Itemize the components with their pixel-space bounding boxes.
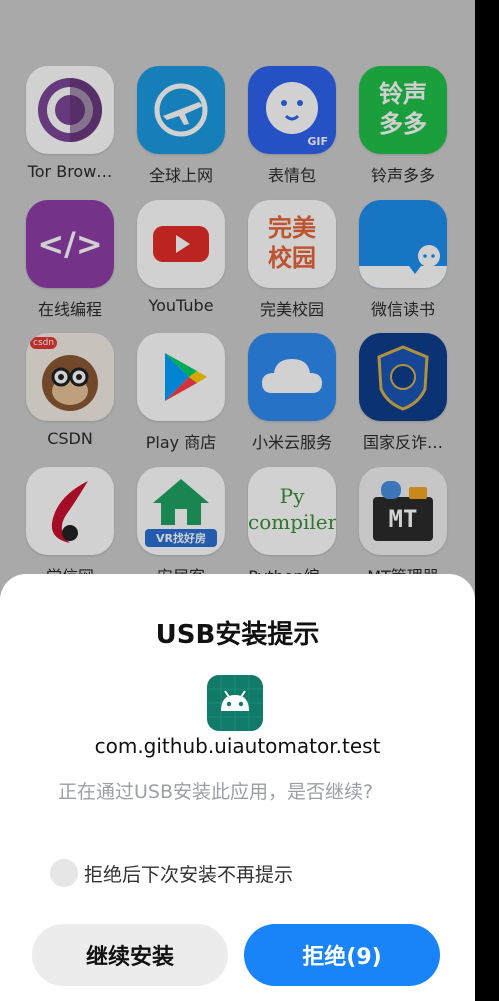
app-label: YouTube	[148, 296, 214, 315]
police-shield-icon	[359, 333, 447, 421]
app-global-internet[interactable]: 全球上网	[125, 66, 237, 196]
csdn-badge: csdn	[30, 337, 58, 349]
app-label: 在线编程	[37, 300, 102, 319]
perfect-campus-icon: 完美 校园	[248, 200, 336, 288]
youtube-icon	[137, 200, 225, 288]
tor-browser-icon	[26, 66, 114, 154]
gif-badge: GIF	[307, 135, 328, 148]
app-wechat-read[interactable]: 微信读书	[347, 200, 459, 330]
app-perfect-campus[interactable]: 完美 校园 完美校园	[236, 200, 348, 330]
android-app-icon	[207, 675, 263, 731]
ringtone-icon: 铃声 多多	[359, 66, 447, 154]
csdn-monkey-icon: csdn	[26, 333, 114, 421]
code-icon: </>	[26, 200, 114, 288]
xuexin-swirl-icon	[26, 467, 114, 555]
app-mi-cloud[interactable]: 小米云服务	[236, 333, 348, 463]
vr-house-text: VR找好房	[156, 532, 206, 545]
perfect-campus-icon-text: 完美 校园	[268, 214, 316, 272]
app-label: 表情包	[267, 166, 316, 185]
usb-install-dialog: USB安装提示 com.github.uiautomator.test 正在通过…	[0, 574, 475, 1001]
mt-manager-icon: MT	[359, 467, 447, 555]
app-emoji-pack[interactable]: GIF 表情包	[236, 66, 348, 196]
checkbox-circle[interactable]	[50, 859, 78, 887]
play-store-icon	[137, 333, 225, 421]
reject-button[interactable]: 拒绝(9)	[244, 924, 440, 986]
python-compiler-icon-text: Py compiler	[248, 484, 336, 534]
app-tor-browser[interactable]: Tor Brow…	[14, 66, 126, 196]
ringtone-icon-text: 铃声 多多	[379, 80, 427, 138]
wechat-read-icon	[359, 200, 447, 288]
app-csdn[interactable]: csdn CSDN	[14, 333, 126, 463]
app-label: 铃声多多	[370, 166, 435, 185]
package-name: com.github.uiautomator.test	[94, 734, 381, 758]
app-label: 完美校园	[259, 300, 324, 319]
mt-icon-text: MT	[388, 505, 418, 533]
app-ringtone[interactable]: 铃声 多多 铃声多多	[347, 66, 459, 196]
app-label: CSDN	[47, 429, 93, 448]
dialog-title: USB安装提示	[155, 620, 320, 650]
app-online-coding[interactable]: </> 在线编程	[14, 200, 126, 330]
app-play-store[interactable]: Play 商店	[125, 333, 237, 463]
app-youtube[interactable]: YouTube	[125, 200, 237, 330]
code-icon-text: </>	[37, 225, 103, 263]
app-label: Play 商店	[145, 433, 217, 452]
app-label: 微信读书	[370, 300, 435, 319]
python-compiler-icon: Py compiler	[248, 467, 336, 555]
continue-install-button[interactable]: 继续安装	[32, 924, 228, 986]
phone-screen: Tor Brow… 全球上网 GIF 表情包 铃声 多多 铃声多多 </> 在线…	[0, 0, 475, 1001]
globe-plane-icon	[137, 66, 225, 154]
app-label: 小米云服务	[251, 433, 332, 452]
dont-remind-checkbox[interactable]: 拒绝后下次安装不再提示	[50, 858, 293, 888]
app-label: 全球上网	[148, 166, 213, 185]
checkbox-label: 拒绝后下次安装不再提示	[84, 863, 294, 886]
house-icon: VR找好房	[137, 467, 225, 555]
app-label: Tor Brow…	[27, 162, 113, 181]
app-anti-fraud[interactable]: 国家反诈…	[347, 333, 459, 463]
cloud-icon	[248, 333, 336, 421]
install-message: 正在通过USB安装此应用，是否继续?	[58, 781, 374, 803]
app-label: 国家反诈…	[362, 433, 443, 452]
emoji-face-icon: GIF	[248, 66, 336, 154]
